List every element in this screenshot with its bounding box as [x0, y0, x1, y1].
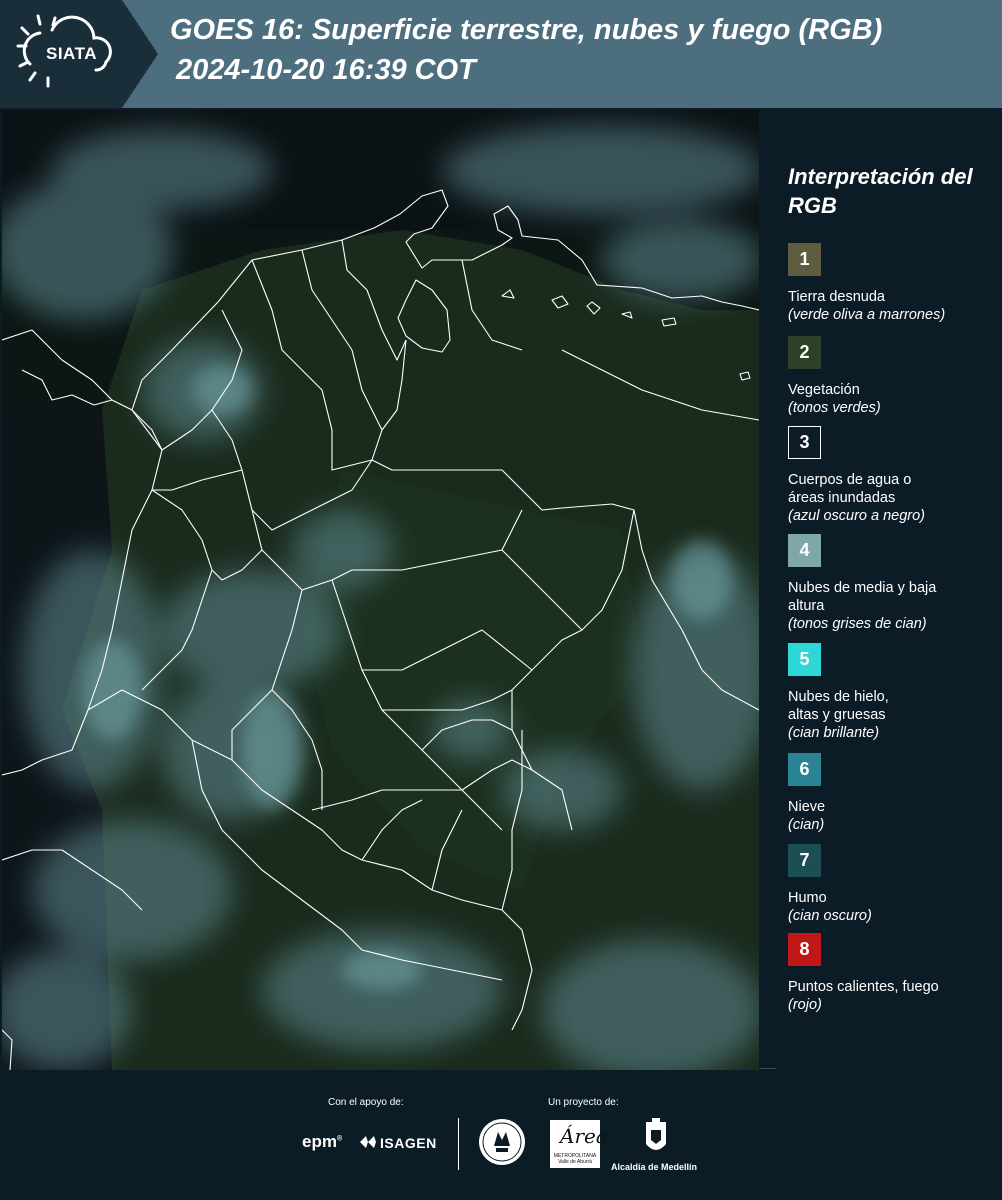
- legend-item-fuego: 8 Puntos calientes, fuego (rojo): [788, 933, 998, 1015]
- legend-label: Nieve: [788, 799, 826, 815]
- footer: Con el apoyo de: Un proyecto de: epm® IS…: [0, 1070, 1002, 1200]
- siata-logo-text: SIATA: [46, 44, 97, 63]
- legend-sublabel: (verde oliva a marrones): [788, 307, 946, 323]
- legend-sublabel: (tonos verdes): [788, 400, 881, 416]
- legend-label: Vegetación: [788, 382, 860, 398]
- legend-sublabel: (cian oscuro): [788, 908, 872, 924]
- legend-swatch-8: 8: [788, 933, 821, 966]
- legend-item-nubes-media: 4 Nubes de media y baja altura (tonos gr…: [788, 534, 998, 634]
- page-title: GOES 16: Superficie terrestre, nubes y f…: [170, 14, 883, 46]
- legend-label: Nubes de media y baja altura: [788, 580, 937, 614]
- legend-swatch-4: 4: [788, 534, 821, 567]
- legend-divider: [760, 1068, 776, 1069]
- legend-title: Interpretación del RGB: [788, 164, 973, 218]
- area-logo-subtext: METROPOLITANA Valle de Aburrá: [553, 1153, 597, 1165]
- legend-item-humo: 7 Humo (cian oscuro): [788, 844, 998, 926]
- epm-logo-text: epm: [302, 1132, 337, 1151]
- legend-sublabel: (cian brillante): [788, 725, 880, 741]
- legend-swatch-7: 7: [788, 844, 821, 877]
- header-bar: SIATA GOES 16: Superficie terrestre, nub…: [0, 0, 1002, 108]
- legend-swatch-3: 3: [788, 426, 821, 459]
- isagen-logo: ISAGEN: [380, 1135, 437, 1151]
- siata-logo: SIATA: [0, 0, 160, 108]
- alcaldia-shield-icon: [646, 1118, 666, 1150]
- legend-sublabel: (azul oscuro a negro): [788, 508, 926, 524]
- footer-divider: [458, 1118, 459, 1170]
- isagen-icon: [360, 1136, 376, 1148]
- legend-label: Tierra desnuda: [788, 289, 885, 305]
- legend-panel: Interpretación del RGB 1 Tierra desnuda …: [760, 110, 1002, 1070]
- alcaldia-logo-text: Alcaldía de Medellín: [611, 1162, 698, 1172]
- legend-swatch-2: 2: [788, 336, 821, 369]
- project-label: Un proyecto de:: [548, 1097, 619, 1108]
- satellite-map[interactable]: [2, 110, 759, 1070]
- legend-swatch-6: 6: [788, 753, 821, 786]
- satellite-map-image: [2, 110, 759, 1070]
- university-seal-icon: [479, 1119, 525, 1165]
- legend-label: Puntos calientes, fuego: [788, 979, 939, 995]
- legend-label: Humo: [788, 890, 827, 906]
- legend-sublabel: (rojo): [788, 997, 822, 1013]
- legend-item-tierra-desnuda: 1 Tierra desnuda (verde oliva a marrones…: [788, 243, 998, 325]
- epm-logo: epm®: [302, 1132, 342, 1152]
- legend-item-vegetacion: 2 Vegetación (tonos verdes): [788, 336, 998, 418]
- legend-label: Nubes de hielo, altas y gruesas: [788, 689, 889, 723]
- legend-item-cuerpos-agua: 3 Cuerpos de agua o áreas inundadas (azu…: [788, 426, 998, 526]
- legend-swatch-5: 5: [788, 643, 821, 676]
- legend-item-nubes-hielo: 5 Nubes de hielo, altas y gruesas (cian …: [788, 643, 998, 743]
- legend-label: Cuerpos de agua o áreas inundadas: [788, 472, 912, 506]
- legend-sublabel: (tonos grises de cian): [788, 616, 927, 632]
- area-metropolitana-logo: Área METROPOLITANA Valle de Aburrá: [550, 1120, 608, 1168]
- epm-registered-mark: ®: [336, 1135, 343, 1143]
- area-logo-script: Área: [560, 1124, 608, 1148]
- support-label: Con el apoyo de:: [328, 1097, 404, 1108]
- page-timestamp: 2024-10-20 16:39 COT: [176, 54, 476, 86]
- legend-item-nieve: 6 Nieve (cian): [788, 753, 998, 835]
- legend-swatch-1: 1: [788, 243, 821, 276]
- legend-sublabel: (cian): [788, 817, 825, 833]
